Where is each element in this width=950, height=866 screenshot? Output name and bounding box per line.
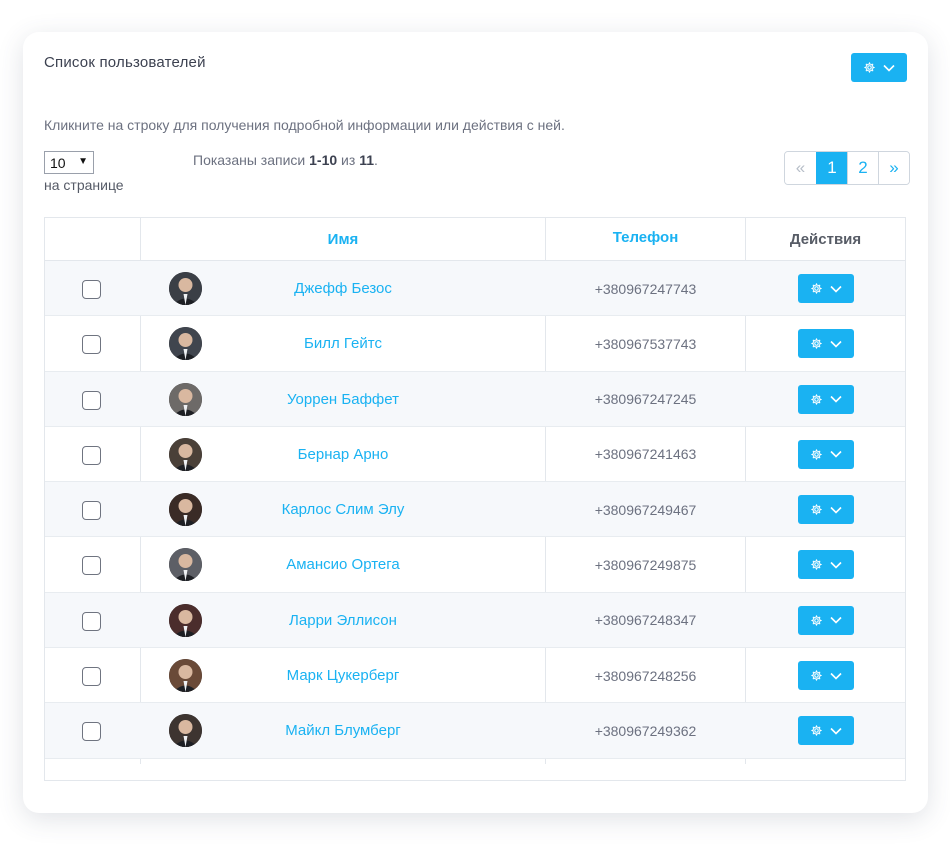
user-phone: +380967249875	[594, 556, 697, 573]
chevron-down-icon	[830, 506, 842, 514]
gear-icon	[810, 448, 823, 461]
user-phone: +380967249362	[594, 722, 697, 739]
row-checkbox[interactable]	[82, 667, 101, 687]
panel-settings-dropdown[interactable]	[851, 53, 907, 82]
chevron-down-icon	[830, 450, 842, 459]
user-phone: +380967248256	[594, 667, 697, 684]
table-header: Имя Телефон Действия	[45, 218, 905, 261]
row-actions-dropdown[interactable]	[798, 274, 854, 303]
gear-icon	[810, 724, 823, 737]
panel-title: Список пользователей	[44, 54, 206, 71]
chevron-down-icon	[830, 672, 842, 680]
table-row[interactable]: Бернар Арно +380967241463	[45, 427, 905, 483]
user-phone: +380967247245	[594, 391, 697, 408]
per-page-label: на странице	[44, 177, 124, 193]
user-name-link[interactable]: Майкл Блумберг	[140, 703, 546, 758]
user-phone: +380967241463	[594, 446, 697, 463]
row-checkbox[interactable]	[82, 722, 101, 742]
chevron-down-icon	[830, 561, 842, 569]
row-checkbox[interactable]	[82, 501, 101, 521]
row-checkbox[interactable]	[82, 280, 101, 299]
row-actions-dropdown[interactable]	[798, 661, 854, 691]
gear-icon	[810, 337, 823, 350]
table-body: Джефф Безос +380967247743 Билл Гейтс +38096…	[45, 261, 905, 759]
table-row[interactable]: Джефф Безос +380967247743	[45, 261, 905, 317]
records-range: 1-10	[309, 152, 338, 168]
row-actions-dropdown[interactable]	[798, 605, 854, 635]
user-phone: +380967247743	[594, 280, 697, 297]
pagination-prev[interactable]: «	[785, 152, 816, 184]
pagination-page-1[interactable]: 1	[816, 152, 847, 184]
gear-icon	[810, 614, 823, 627]
gear-icon	[810, 282, 823, 295]
hint-text: Кликните на строку для получения подробн…	[44, 117, 565, 133]
table-row[interactable]: Ларри Эллисон +380967248347	[45, 592, 905, 649]
chevron-down-icon	[830, 616, 842, 624]
chevron-down-icon	[883, 64, 895, 72]
user-name-link[interactable]: Ларри Эллисон	[140, 593, 546, 648]
user-name-link[interactable]: Амансио Ортега	[140, 537, 546, 592]
row-actions-dropdown[interactable]	[798, 329, 854, 359]
user-name-link[interactable]: Джефф Безос	[140, 261, 546, 316]
table-row[interactable]: Билл Гейтс +380967537743	[45, 316, 905, 372]
users-panel: Список пользователей Кликните на строку …	[23, 32, 928, 813]
pagination: « 1 2 »	[784, 151, 910, 185]
records-info-prefix: Показаны записи	[193, 152, 310, 168]
user-phone: +380967249467	[594, 501, 697, 518]
user-phone: +380967248347	[594, 612, 697, 629]
table-row[interactable]: Майкл Блумберг +380967249362	[45, 703, 905, 759]
row-actions-dropdown[interactable]	[798, 550, 854, 580]
row-checkbox[interactable]	[82, 390, 101, 410]
table-row[interactable]: Марк Цукерберг +380967248256	[45, 648, 905, 704]
user-phone: +380967537743	[594, 335, 697, 352]
row-checkbox[interactable]	[82, 335, 101, 355]
user-name-link[interactable]: Карлос Слим Элу	[140, 482, 546, 537]
gear-icon	[863, 61, 876, 74]
table-row[interactable]: Уоррен Баффет +380967247245	[45, 371, 905, 427]
column-header-phone[interactable]: Телефон	[546, 216, 745, 258]
row-checkbox[interactable]	[82, 556, 101, 576]
records-info-suffix: .	[374, 152, 378, 168]
per-page-select[interactable]: 10 ▼	[44, 151, 94, 174]
records-info-middle: из	[337, 152, 360, 168]
row-actions-dropdown[interactable]	[798, 716, 854, 746]
row-actions-dropdown[interactable]	[798, 439, 854, 469]
caret-down-icon: ▼	[78, 156, 88, 167]
chevron-down-icon	[830, 395, 842, 403]
user-name-link[interactable]: Марк Цукерберг	[140, 648, 546, 703]
chevron-down-icon	[830, 285, 842, 293]
row-checkbox[interactable]	[82, 611, 101, 631]
pagination-next[interactable]: »	[878, 152, 909, 184]
user-name-link[interactable]: Уоррен Баффет	[140, 372, 546, 427]
column-header-actions: Действия	[789, 230, 862, 248]
user-name-link[interactable]: Билл Гейтс	[140, 316, 546, 371]
records-info: Показаны записи 1-10 из 11.	[193, 152, 378, 168]
pagination-page-2[interactable]: 2	[847, 152, 878, 184]
records-total: 11	[359, 152, 374, 168]
per-page-value: 10	[50, 154, 66, 171]
gear-icon	[810, 669, 823, 682]
chevron-down-icon	[830, 340, 842, 348]
row-actions-dropdown[interactable]	[798, 495, 854, 525]
table-row[interactable]: Амансио Ортега +380967249875	[45, 537, 905, 593]
column-header-name[interactable]: Имя	[140, 218, 546, 260]
gear-icon	[810, 503, 823, 516]
row-actions-dropdown[interactable]	[798, 384, 854, 414]
chevron-down-icon	[830, 727, 842, 735]
gear-icon	[810, 393, 823, 406]
gear-icon	[810, 558, 823, 571]
users-table: Имя Телефон Действия Джефф Безос +3809672…	[44, 217, 906, 781]
row-checkbox[interactable]	[82, 445, 101, 465]
table-row[interactable]: Карлос Слим Элу +380967249467	[45, 482, 905, 538]
user-name-link[interactable]: Бернар Арно	[140, 427, 546, 482]
